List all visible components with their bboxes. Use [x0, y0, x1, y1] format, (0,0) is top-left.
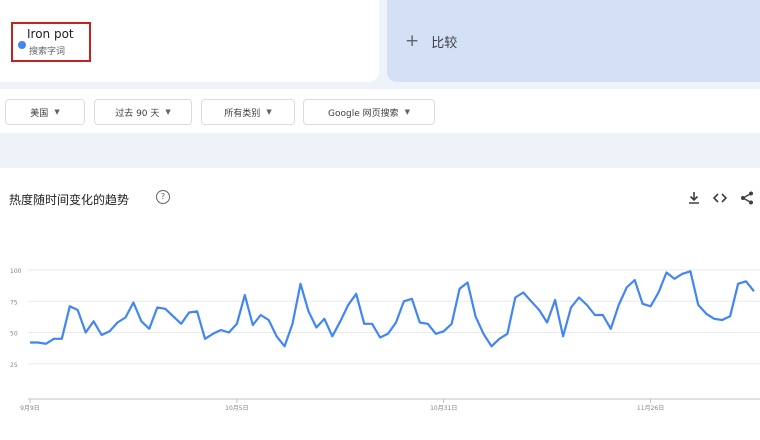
x-tick-label: 10月5日	[225, 405, 248, 412]
series-line	[30, 270, 755, 348]
x-tick-label: 10月31日	[430, 405, 457, 412]
series-layer	[30, 270, 755, 348]
tick-layer: 25 50 75 100 9月9日 10月5日 10月31日 11月26日	[10, 268, 664, 412]
compare-button[interactable]: + 比较	[387, 0, 760, 82]
grid-layer	[28, 269, 760, 400]
time-range-value: 过去 90 天	[115, 108, 160, 119]
caret-down-icon: ▼	[404, 108, 410, 116]
region-value: 美国	[30, 108, 49, 119]
series-color-dot	[18, 41, 26, 49]
region-dropdown[interactable]: 美国 ▼	[5, 99, 85, 125]
category-value: 所有类别	[224, 108, 261, 119]
search-term-highlight[interactable]: Iron pot 搜索字词	[11, 22, 91, 62]
y-tick-label: 50	[10, 331, 18, 338]
search-type-dropdown[interactable]: Google 网页搜索 ▼	[303, 99, 435, 125]
y-tick-label: 75	[10, 299, 18, 306]
category-dropdown[interactable]: 所有类别 ▼	[201, 99, 295, 125]
interest-line-chart: 25 50 75 100 9月9日 10月5日 10月31日 11月26日	[10, 268, 760, 412]
caret-down-icon: ▼	[54, 108, 60, 116]
search-type-value: Google 网页搜索	[328, 108, 399, 119]
compare-label: 比较	[431, 35, 458, 51]
y-tick-label: 100	[10, 268, 22, 275]
x-tick-label: 9月9日	[20, 405, 40, 412]
filter-bar: 美国 ▼ 过去 90 天 ▼ 所有类别 ▼ Google 网页搜索 ▼	[0, 89, 760, 133]
x-tick-label: 11月26日	[637, 405, 664, 412]
search-term-name[interactable]: Iron pot	[27, 27, 74, 41]
caret-down-icon: ▼	[266, 108, 272, 116]
search-term-type: 搜索字词	[29, 47, 66, 57]
interest-over-time-card: 热度随时间变化的趋势 ? 25 50 75 100 9月9日 10月5日 10月31日 11月…	[0, 168, 760, 440]
time-range-dropdown[interactable]: 过去 90 天 ▼	[94, 99, 192, 125]
y-tick-label: 25	[10, 362, 18, 369]
caret-down-icon: ▼	[165, 108, 171, 116]
search-term-card[interactable]: Iron pot 搜索字词	[0, 0, 379, 82]
plus-icon: +	[405, 31, 420, 51]
